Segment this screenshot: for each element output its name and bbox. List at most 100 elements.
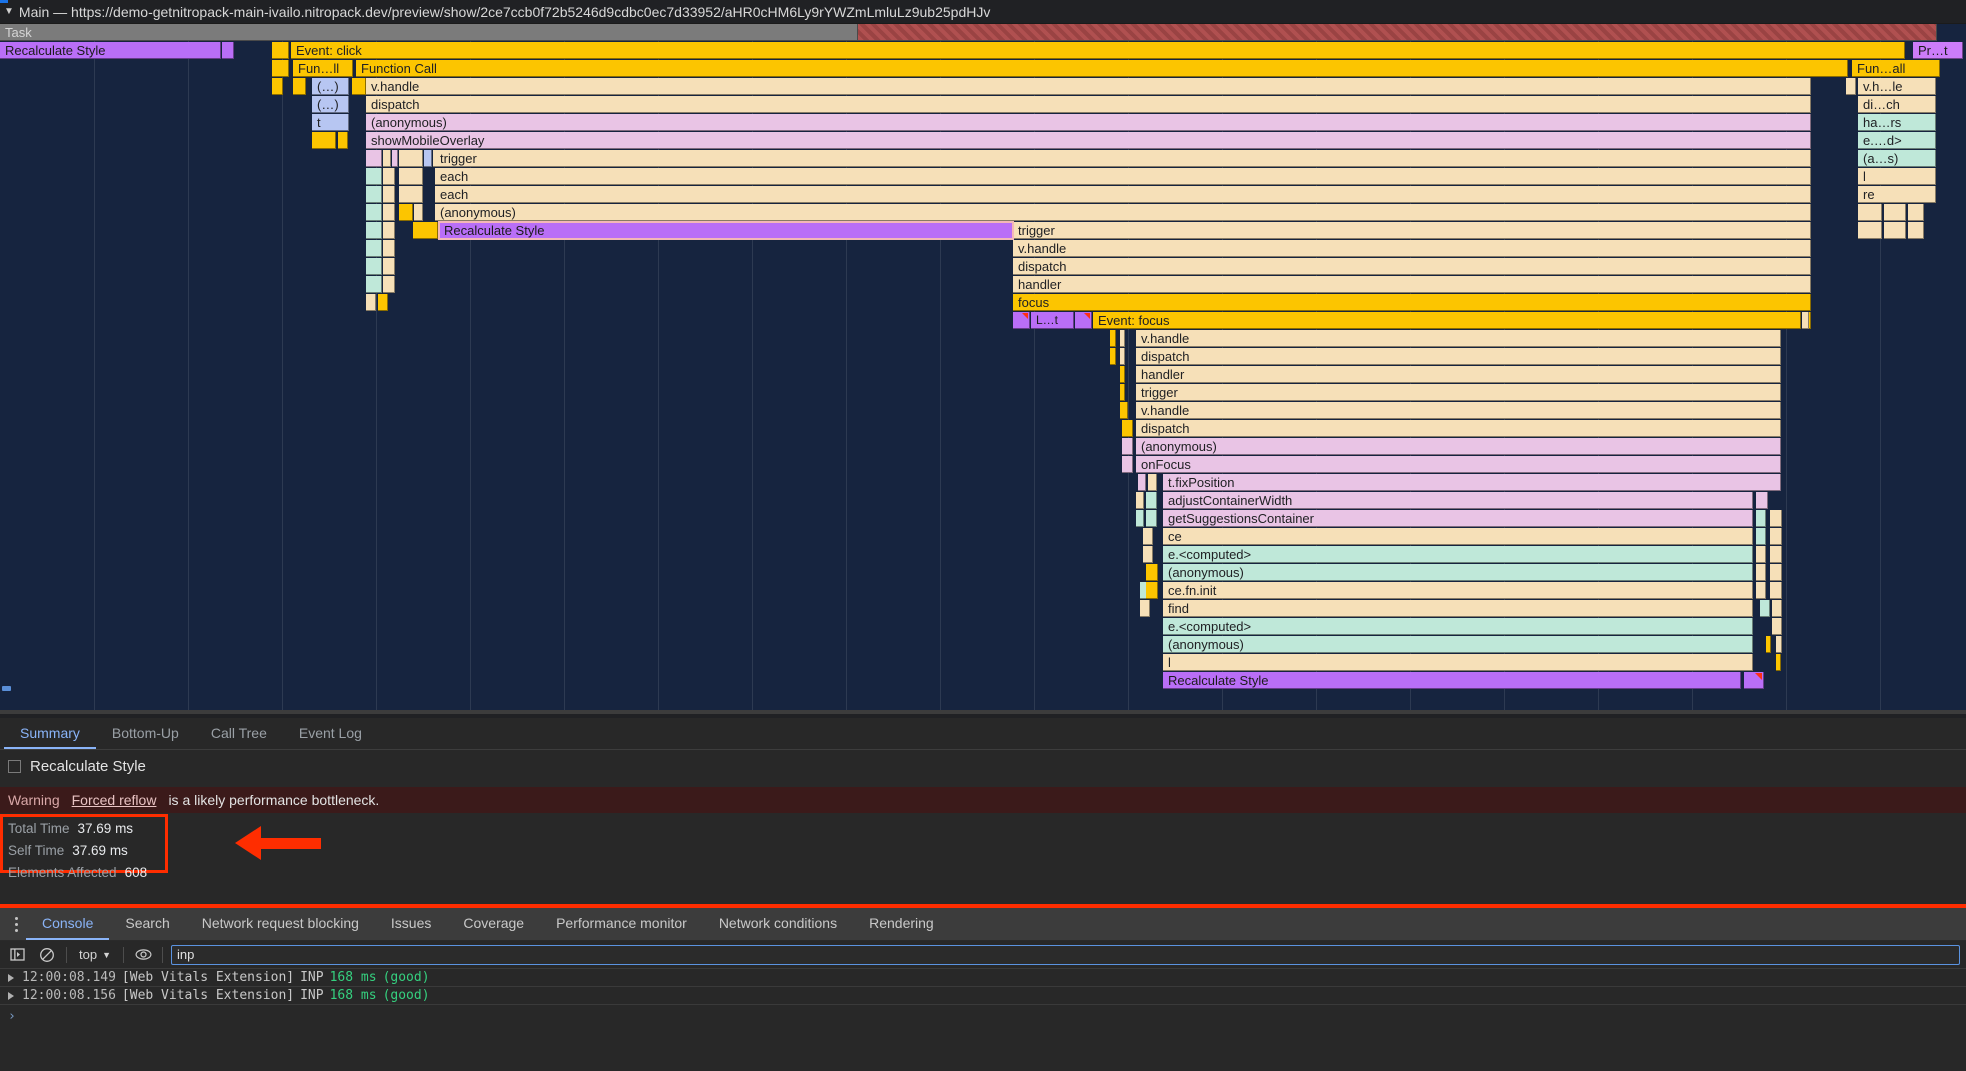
- bar-sliver[interactable]: [1908, 222, 1924, 239]
- bar-anonymous-3[interactable]: (anonymous): [1136, 438, 1781, 455]
- bar-function-call-trunc[interactable]: Fun…ll: [293, 60, 353, 77]
- bar-v-handle-4[interactable]: v.handle: [1136, 402, 1781, 419]
- bar-task-long[interactable]: [858, 24, 1937, 41]
- bar-sliver[interactable]: [383, 222, 395, 239]
- bar-sliver[interactable]: [366, 186, 382, 203]
- live-expression-icon[interactable]: [132, 944, 154, 966]
- bar-paint-sliver[interactable]: [1013, 312, 1030, 329]
- bar-sliver[interactable]: [383, 240, 395, 257]
- bar-paint-trunc[interactable]: Pr…t: [1913, 42, 1963, 59]
- bar-sliver[interactable]: [366, 204, 382, 221]
- bar-sliver[interactable]: [414, 204, 423, 221]
- bar-v-handle[interactable]: v.handle: [366, 78, 1811, 95]
- flame-summary-splitter[interactable]: [0, 710, 1966, 714]
- drawer-tab-performance-monitor[interactable]: Performance monitor: [540, 908, 703, 940]
- console-context-selector[interactable]: top ▼: [75, 947, 115, 962]
- bar-sliver[interactable]: [383, 258, 395, 275]
- bar-l-right[interactable]: l: [1858, 168, 1936, 185]
- drawer-tab-console[interactable]: Console: [26, 908, 109, 940]
- bar-sliver[interactable]: [1770, 510, 1782, 527]
- drawer-tabs[interactable]: Console Search Network request blocking …: [0, 908, 1966, 941]
- bar-recalculate-style-bottom[interactable]: Recalculate Style: [1163, 672, 1741, 689]
- bar-sliver[interactable]: [366, 276, 382, 293]
- bar-sliver[interactable]: [1772, 600, 1782, 617]
- bar-anonymous-2[interactable]: (anonymous): [435, 204, 1811, 221]
- console-messages[interactable]: 12:00:08.149 [Web Vitals Extension] INP …: [0, 969, 1966, 1071]
- bar-adjust-container-width[interactable]: adjustContainerWidth: [1163, 492, 1753, 509]
- bar-sliver[interactable]: [1756, 492, 1768, 509]
- bar-e-computed-right[interactable]: e.…d>: [1858, 132, 1936, 149]
- bar-sliver[interactable]: [1122, 456, 1133, 473]
- bar-dispatch-3[interactable]: dispatch: [1136, 348, 1781, 365]
- bar-sliver[interactable]: [1884, 222, 1906, 239]
- bar-sliver[interactable]: [338, 132, 348, 149]
- bar-re-right[interactable]: re: [1858, 186, 1936, 203]
- drawer-tab-network-request-blocking[interactable]: Network request blocking: [186, 908, 375, 940]
- bar-sliver[interactable]: [1120, 330, 1125, 347]
- bar-sliver[interactable]: [1846, 78, 1856, 95]
- bar-dispatch[interactable]: dispatch: [366, 96, 1811, 113]
- bar-sliver[interactable]: [1766, 636, 1771, 653]
- forced-reflow-link[interactable]: Forced reflow: [72, 792, 157, 808]
- bar-sliver[interactable]: [272, 78, 283, 95]
- bar-sliver[interactable]: [399, 204, 413, 221]
- bar-l[interactable]: l: [1163, 654, 1753, 671]
- bar-sliver[interactable]: [312, 132, 336, 149]
- bar-sliver[interactable]: [366, 168, 382, 185]
- bar-sliver[interactable]: [1772, 618, 1782, 635]
- bar-anonymous[interactable]: (anonymous): [366, 114, 1811, 131]
- bar-sliver[interactable]: [1143, 528, 1153, 545]
- bar-sliver[interactable]: [366, 240, 382, 257]
- bar-recalculate-style-left[interactable]: Recalculate Style: [0, 42, 221, 59]
- bar-e-computed-2[interactable]: e.<computed>: [1163, 618, 1753, 635]
- bar-sliver[interactable]: [1756, 582, 1766, 599]
- bar-sliver[interactable]: [383, 186, 395, 203]
- bar-function-call-right[interactable]: Fun…all: [1852, 60, 1940, 77]
- bar-sliver[interactable]: [1776, 636, 1782, 653]
- console-prompt[interactable]: ›: [0, 1005, 1966, 1027]
- bar-sliver[interactable]: [366, 294, 376, 311]
- summary-tabs[interactable]: Summary Bottom-Up Call Tree Event Log: [0, 718, 1966, 750]
- bar-sliver[interactable]: [399, 168, 423, 185]
- bar-anonymous-right[interactable]: (a…s): [1858, 150, 1936, 167]
- bar-task[interactable]: Task: [0, 24, 858, 41]
- bar-recalculate-style-selected[interactable]: Recalculate Style: [439, 222, 1013, 239]
- bar-sliver[interactable]: [1143, 546, 1153, 563]
- expand-triangle-icon[interactable]: [8, 992, 14, 1000]
- bar-fn-sliver[interactable]: [272, 60, 289, 77]
- drawer-tab-rendering[interactable]: Rendering: [853, 908, 950, 940]
- bar-sliver[interactable]: [1770, 564, 1782, 581]
- bar-sliver[interactable]: [1122, 420, 1133, 437]
- drawer-tab-search[interactable]: Search: [109, 908, 185, 940]
- bar-v-handle-right[interactable]: v.h…le: [1858, 78, 1936, 95]
- tab-bottom-up[interactable]: Bottom-Up: [96, 718, 195, 749]
- bar-sliver[interactable]: [1756, 564, 1766, 581]
- bar-sliver[interactable]: [1770, 528, 1782, 545]
- bar-get-suggestions-container[interactable]: getSuggestionsContainer: [1163, 510, 1753, 527]
- bar-t-fix-position[interactable]: t.fixPosition: [1163, 474, 1781, 491]
- bar-sliver[interactable]: [1756, 546, 1766, 563]
- bar-sliver[interactable]: [1146, 564, 1158, 581]
- bar-paint-sliver[interactable]: [1744, 672, 1764, 689]
- bar-sliver[interactable]: [1146, 582, 1158, 599]
- bar-trigger-3[interactable]: trigger: [1136, 384, 1781, 401]
- bar-sliver[interactable]: [1760, 600, 1770, 617]
- bar-sliver[interactable]: [383, 168, 395, 185]
- bar-handler-2[interactable]: handler: [1136, 366, 1781, 383]
- bar-sliver[interactable]: [1770, 546, 1782, 563]
- bar-each-2[interactable]: each: [435, 186, 1811, 203]
- bar-sliver[interactable]: [1120, 348, 1125, 365]
- bar-sliver[interactable]: [1146, 510, 1157, 527]
- bar-sliver[interactable]: [1858, 204, 1882, 221]
- bar-anonymous-4[interactable]: (anonymous): [1163, 564, 1753, 581]
- bar-e-computed-1[interactable]: e.<computed>: [1163, 546, 1753, 563]
- bar-recalculate-style-sliver[interactable]: [222, 42, 234, 59]
- bar-find[interactable]: find: [1163, 600, 1753, 617]
- bar-ce-fn-init[interactable]: ce.fn.init: [1163, 582, 1753, 599]
- bar-sliver[interactable]: [352, 78, 366, 95]
- bar-sliver[interactable]: [1110, 348, 1116, 365]
- more-options-icon[interactable]: [6, 908, 26, 940]
- bar-sliver[interactable]: [1120, 384, 1125, 401]
- bar-sliver[interactable]: [383, 150, 391, 167]
- bar-dispatch-right[interactable]: di…ch: [1858, 96, 1936, 113]
